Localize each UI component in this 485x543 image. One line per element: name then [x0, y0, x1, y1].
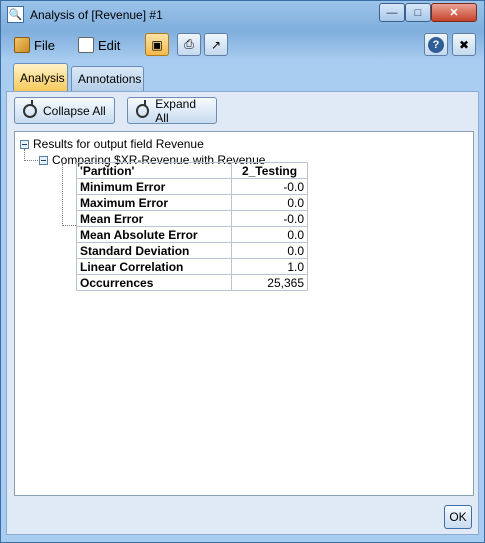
- edit-menu-label: Edit: [98, 37, 121, 53]
- row-value: -0.0: [231, 210, 308, 227]
- table-row: Mean Error -0.0: [76, 210, 308, 227]
- tree-connector: [24, 160, 38, 161]
- edit-menu[interactable]: Edit: [78, 35, 120, 55]
- toolbar: File Edit ▣ ⎙ ↗ ? ✖: [6, 31, 479, 59]
- expand-all-button[interactable]: Expand All: [127, 96, 217, 125]
- file-icon: [14, 37, 30, 53]
- results-output[interactable]: Results for output field Revenue Compari…: [14, 131, 474, 496]
- row-value: 0.0: [231, 194, 308, 211]
- ok-button[interactable]: OK: [444, 505, 472, 529]
- file-menu[interactable]: File: [14, 35, 55, 55]
- row-label: Minimum Error: [76, 178, 232, 195]
- row-label: Maximum Error: [76, 194, 232, 211]
- results-table: 'Partition' 2_Testing Minimum Error -0.0…: [76, 162, 308, 291]
- close-tools-icon: ✖: [458, 37, 470, 52]
- row-label: Mean Absolute Error: [76, 226, 232, 243]
- row-value: 0.0: [231, 226, 308, 243]
- table-row: Maximum Error 0.0: [76, 194, 308, 211]
- window-title: Analysis of [Revenue] #1: [30, 8, 163, 22]
- print-button[interactable]: ⎙: [177, 33, 201, 56]
- collapse-all-label: Collapse All: [43, 103, 106, 118]
- tab-analysis[interactable]: Analysis: [13, 63, 68, 91]
- row-value: -0.0: [231, 178, 308, 195]
- column-header-partition: 'Partition': [76, 162, 232, 179]
- tree-connector: [62, 225, 76, 226]
- table-row: Minimum Error -0.0: [76, 178, 308, 195]
- row-label: Standard Deviation: [76, 242, 232, 259]
- analysis-panel: Collapse All Expand All Results for outp…: [6, 91, 479, 535]
- tree-node-root[interactable]: Results for output field Revenue: [20, 137, 204, 151]
- row-value: 0.0: [231, 242, 308, 259]
- maximize-button[interactable]: □: [405, 3, 431, 22]
- collapse-toggle-icon[interactable]: [20, 139, 29, 149]
- close-tools-button[interactable]: ✖: [452, 33, 476, 56]
- export-icon: ↗: [210, 37, 222, 52]
- expand-all-label: Expand All: [155, 96, 196, 125]
- table-row: Standard Deviation 0.0: [76, 242, 308, 259]
- collapse-toggle-icon[interactable]: [39, 155, 48, 165]
- row-label: Occurrences: [76, 274, 232, 291]
- export-button[interactable]: ↗: [204, 33, 228, 56]
- edit-icon: [78, 37, 94, 53]
- table-row: Occurrences 25,365: [76, 274, 308, 291]
- collapse-all-button[interactable]: Collapse All: [14, 97, 115, 124]
- magnifier-icon: 🔍: [7, 6, 24, 23]
- tab-annotations[interactable]: Annotations: [71, 66, 144, 91]
- minimize-button[interactable]: —: [379, 3, 405, 22]
- row-label: Mean Error: [76, 210, 232, 227]
- tree-root-label: Results for output field Revenue: [33, 137, 204, 151]
- collapse-icon: [23, 99, 37, 118]
- file-menu-label: File: [34, 37, 55, 53]
- generate-icon: ▣: [151, 37, 163, 52]
- print-icon: ⎙: [184, 37, 194, 51]
- row-value: 1.0: [231, 258, 308, 275]
- title-bar: 🔍 Analysis of [Revenue] #1 — □ ✕: [1, 1, 484, 29]
- table-row: Mean Absolute Error 0.0: [76, 226, 308, 243]
- table-row: Linear Correlation 1.0: [76, 258, 308, 275]
- tree-connector: [62, 164, 63, 226]
- row-value: 25,365: [231, 274, 308, 291]
- help-icon: ?: [428, 36, 444, 53]
- table-header-row: 'Partition' 2_Testing: [76, 162, 308, 179]
- help-button[interactable]: ?: [424, 33, 448, 56]
- expand-icon: [136, 99, 150, 118]
- analysis-window: 🔍 Analysis of [Revenue] #1 — □ ✕ File Ed…: [0, 0, 485, 543]
- close-window-button[interactable]: ✕: [431, 3, 477, 22]
- column-header-testing: 2_Testing: [231, 162, 308, 179]
- generate-button[interactable]: ▣: [145, 33, 169, 56]
- row-label: Linear Correlation: [76, 258, 232, 275]
